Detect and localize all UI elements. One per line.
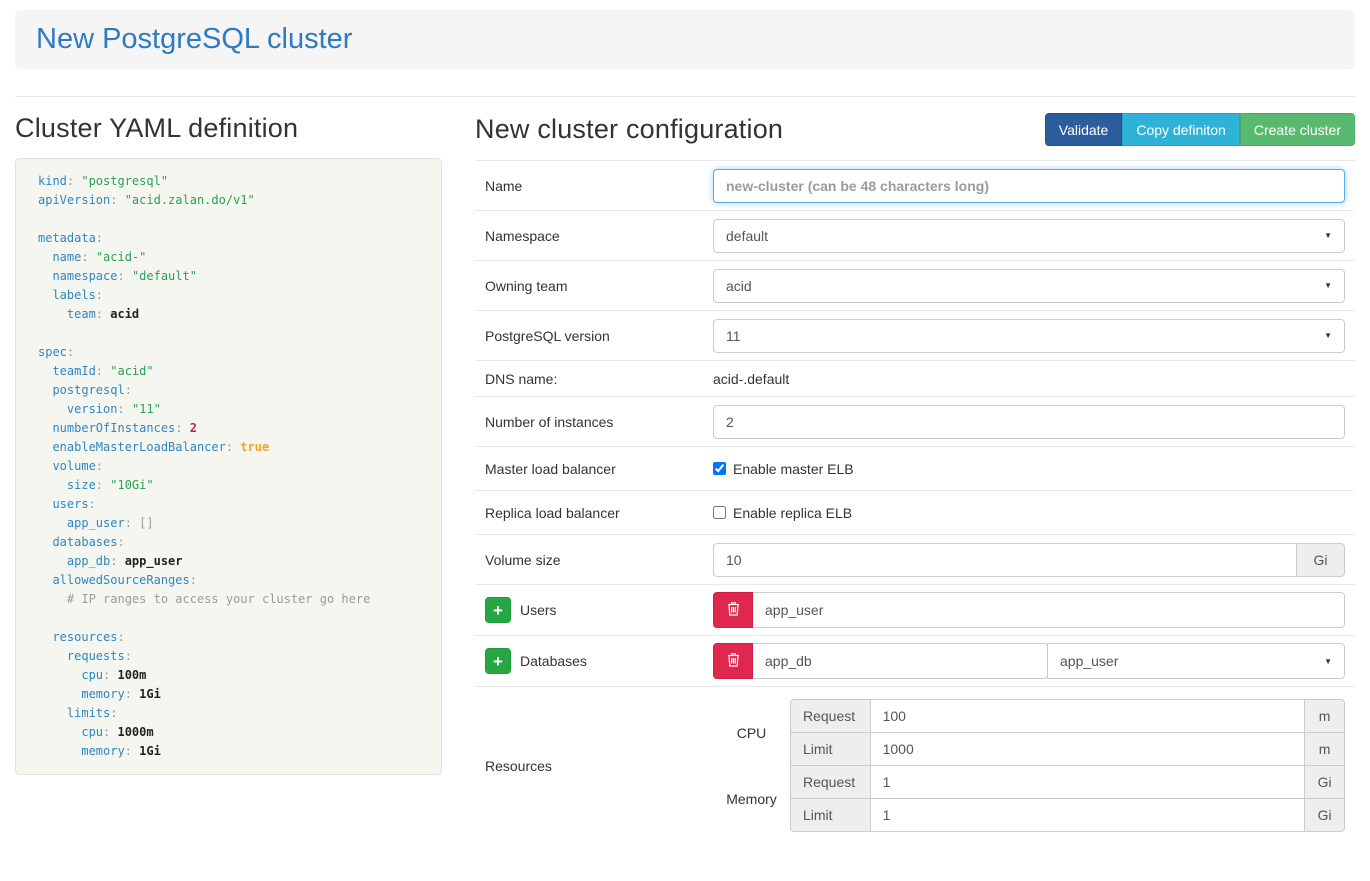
memory-limit-input[interactable] [870,798,1306,832]
row-users: + Users [475,584,1355,635]
cpu-request-row: Request m [790,699,1345,733]
config-section-heading: New cluster configuration [475,114,783,145]
row-databases: + Databases [475,635,1355,686]
dns-name-value: acid-.default [713,371,789,387]
dns-name-label: DNS name: [485,371,713,387]
database-owner-select[interactable]: app_user ▼ [1047,643,1345,679]
volume-size-unit: Gi [1297,543,1345,577]
memory-request-row: Request Gi [790,765,1345,799]
namespace-label: Namespace [485,228,713,244]
row-volume-size: Volume size Gi [475,534,1355,584]
row-master-lb: Master load balancer Enable master ELB [475,446,1355,490]
instances-label: Number of instances [485,414,713,430]
resources-table: CPU Request m Limit m [713,699,1345,832]
row-owning-team: Owning team acid ▼ [475,260,1355,310]
cpu-limit-unit: m [1304,732,1345,766]
master-lb-label: Master load balancer [485,461,713,477]
replica-elb-checkbox-text: Enable replica ELB [733,505,852,521]
row-namespace: Namespace default ▼ [475,210,1355,260]
namespace-select-value: default [726,228,768,244]
memory-request-unit: Gi [1304,765,1345,799]
replica-lb-label: Replica load balancer [485,505,713,521]
cpu-group: CPU Request m Limit m [713,699,1345,766]
memory-limit-unit: Gi [1304,798,1345,832]
memory-request-input[interactable] [870,765,1306,799]
cpu-limit-row: Limit m [790,732,1345,766]
row-name: Name [475,160,1355,210]
validate-button[interactable]: Validate [1045,113,1123,146]
cpu-request-unit: m [1304,699,1345,733]
owning-team-label: Owning team [485,278,713,294]
cluster-config-section: New cluster configuration Validate Copy … [475,113,1355,844]
database-name-input[interactable] [753,643,1048,679]
yaml-panel-section: Cluster YAML definition kind: "postgresq… [15,113,442,775]
replica-elb-checkbox[interactable] [713,506,726,519]
owning-team-select[interactable]: acid ▼ [713,269,1345,303]
page-header: New PostgreSQL cluster [15,10,1355,69]
yaml-section-heading: Cluster YAML definition [15,113,442,144]
chevron-down-icon: ▼ [1324,331,1332,340]
trash-icon [727,601,740,619]
memory-limit-addon: Limit [790,798,871,832]
databases-label: Databases [520,653,587,669]
cpu-request-input[interactable] [870,699,1306,733]
create-cluster-button[interactable]: Create cluster [1240,113,1355,146]
yaml-definition-panel: kind: "postgresql"apiVersion: "acid.zala… [15,158,442,775]
page-title: New PostgreSQL cluster [36,23,1334,56]
row-dns-name: DNS name: acid-.default [475,360,1355,396]
chevron-down-icon: ▼ [1324,657,1332,666]
memory-limit-row: Limit Gi [790,798,1345,832]
master-elb-checkbox[interactable] [713,462,726,475]
chevron-down-icon: ▼ [1324,281,1332,290]
chevron-down-icon: ▼ [1324,231,1332,240]
owning-team-select-value: acid [726,278,752,294]
users-label: Users [520,602,557,618]
delete-user-button[interactable] [713,592,753,628]
database-owner-select-value: app_user [1060,653,1118,669]
name-input[interactable] [713,169,1345,203]
pg-version-label: PostgreSQL version [485,328,713,344]
delete-database-button[interactable] [713,643,753,679]
master-elb-checkbox-text: Enable master ELB [733,461,854,477]
user-name-input[interactable] [753,592,1345,628]
cpu-limit-addon: Limit [790,732,871,766]
instances-input[interactable] [713,405,1345,439]
cpu-group-label: CPU [713,725,790,741]
add-database-button[interactable]: + [485,648,511,674]
name-label: Name [485,178,713,194]
page: New PostgreSQL cluster Cluster YAML defi… [0,10,1370,844]
memory-request-addon: Request [790,765,871,799]
row-replica-lb: Replica load balancer Enable replica ELB [475,490,1355,534]
replica-elb-checkbox-wrap[interactable]: Enable replica ELB [713,505,852,521]
volume-size-label: Volume size [485,552,713,568]
namespace-select[interactable]: default ▼ [713,219,1345,253]
yaml-code: kind: "postgresql"apiVersion: "acid.zala… [38,172,429,761]
pg-version-select-value: 11 [726,328,741,344]
add-user-button[interactable]: + [485,597,511,623]
user-row [713,592,1345,628]
copy-definition-button[interactable]: Copy definiton [1122,113,1240,146]
trash-icon [727,652,740,670]
row-resources: Resources CPU Request m [475,686,1355,844]
resources-label: Resources [485,758,713,774]
master-elb-checkbox-wrap[interactable]: Enable master ELB [713,461,854,477]
memory-group-label: Memory [713,791,790,807]
pg-version-select[interactable]: 11 ▼ [713,319,1345,353]
action-button-group: Validate Copy definiton Create cluster [1045,113,1355,146]
memory-group: Memory Request Gi Limit [713,765,1345,832]
volume-size-input[interactable] [713,543,1297,577]
cpu-limit-input[interactable] [870,732,1306,766]
cpu-request-addon: Request [790,699,871,733]
row-instances: Number of instances [475,396,1355,446]
row-pg-version: PostgreSQL version 11 ▼ [475,310,1355,360]
database-row: app_user ▼ [713,643,1345,679]
